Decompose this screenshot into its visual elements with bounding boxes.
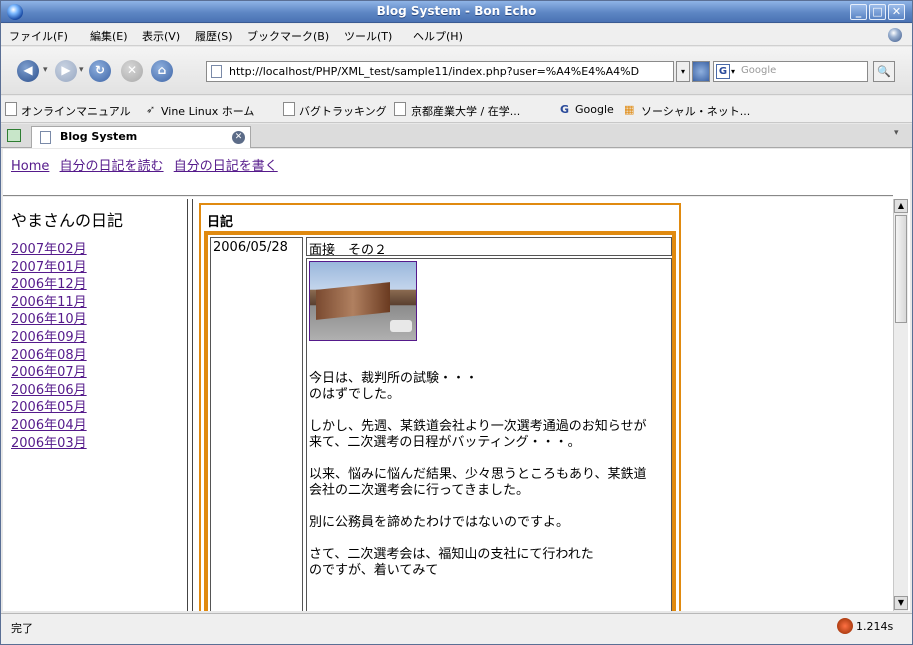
month-link[interactable]: 2006年08月 (11, 348, 87, 363)
month-link[interactable]: 2006年04月 (11, 418, 87, 433)
maximize-button[interactable]: □ (869, 4, 886, 20)
entry-body-text: 今日は、裁判所の試験・・・ のはずでした。 しかし、先週、某鉄道会社より一次選考… (309, 371, 647, 578)
month-link[interactable]: 2006年07月 (11, 365, 87, 380)
search-placeholder: Google (741, 65, 777, 76)
back-button[interactable]: ◀ (17, 60, 39, 82)
menu-view[interactable]: 表示(V) (142, 28, 180, 44)
month-link[interactable]: 2006年10月 (11, 312, 87, 327)
throbber-icon (888, 28, 902, 42)
menu-bar: ファイル(F) 編集(E) 表示(V) 履歴(S) ブックマーク(B) ツール(… (1, 24, 912, 46)
bookmark-page-icon (283, 102, 295, 116)
tab-strip: Blog System ✕ ▾ (1, 124, 912, 148)
menu-history[interactable]: 履歴(S) (195, 28, 233, 44)
diary-frame: 日記 2006/05/28 面接 その２ 今日は、裁判所の試験・・・ のはずでし… (193, 199, 893, 611)
scroll-thumb[interactable] (895, 215, 907, 323)
bookmark-page-icon (5, 102, 17, 116)
social-network-icon: ▦ (624, 103, 635, 116)
month-link[interactable]: 2006年12月 (11, 277, 87, 292)
go-button[interactable] (692, 61, 710, 82)
forward-button[interactable]: ▶ (55, 60, 77, 82)
minimize-button[interactable]: _ (850, 4, 867, 20)
month-link[interactable]: 2006年03月 (11, 436, 87, 451)
diary-heading: 日記 (207, 215, 234, 230)
search-button[interactable]: 🔍 (873, 61, 895, 82)
page-icon (40, 131, 51, 144)
diary-box: 日記 2006/05/28 面接 その２ 今日は、裁判所の試験・・・ のはずでし… (199, 203, 681, 611)
photo-building (316, 282, 390, 320)
forward-history-icon[interactable]: ▾ (79, 65, 84, 75)
tab-label: Blog System (60, 130, 138, 143)
reload-button[interactable]: ↻ (89, 60, 111, 82)
entry-title: 面接 その２ (309, 243, 388, 258)
url-history-dropdown[interactable]: ▾ (676, 61, 690, 82)
window-title: Blog System - Bon Echo (376, 4, 537, 18)
menu-edit[interactable]: 編集(E) (90, 28, 128, 44)
home-link[interactable]: Home (11, 159, 49, 174)
bookmark-kyoto-sangyo[interactable]: 京都産業大学 / 在学... (411, 103, 520, 119)
write-diary-link[interactable]: 自分の日記を書く (174, 159, 278, 174)
bookmark-vine-home[interactable]: Vine Linux ホーム (161, 103, 254, 119)
month-link[interactable]: 2006年05月 (11, 400, 87, 415)
page-content: Home 自分の日記を読む 自分の日記を書く やまさんの日記 2007年02月 … (3, 149, 910, 611)
entry-title-cell: 面接 その２ (306, 237, 672, 258)
top-nav: Home 自分の日記を読む 自分の日記を書く (11, 155, 284, 174)
navigation-toolbar: ◀ ▾ ▶ ▾ ↻ ✕ ⌂ http://localhost/PHP/XML_t… (1, 47, 912, 95)
bookmark-online-manual[interactable]: オンラインマニュアル (21, 103, 131, 119)
bookmark-social-network[interactable]: ソーシャル・ネット... (641, 103, 750, 119)
month-link[interactable]: 2006年11月 (11, 295, 87, 310)
month-link[interactable]: 2007年01月 (11, 260, 87, 275)
entry-photo[interactable] (309, 261, 417, 341)
scroll-down-arrow-icon[interactable]: ▼ (894, 596, 908, 610)
browser-window: Blog System - Bon Echo _ □ ✕ ファイル(F) 編集(… (0, 0, 913, 645)
tab-list-icon[interactable]: ▾ (894, 128, 899, 138)
menu-tools[interactable]: ツール(T) (344, 28, 392, 44)
search-box[interactable]: G ▾ Google (713, 61, 868, 82)
tab-blog-system[interactable]: Blog System ✕ (31, 126, 251, 148)
entry-table: 2006/05/28 面接 その２ 今日は、裁判所の試験・・・ のはずでした。 … (204, 231, 676, 611)
month-archive-list: 2007年02月 2007年01月 2006年12月 2006年11月 2006… (11, 241, 87, 452)
back-history-icon[interactable]: ▾ (43, 65, 48, 75)
status-text: 完了 (11, 622, 33, 635)
address-bar[interactable]: http://localhost/PHP/XML_test/sample11/i… (206, 61, 674, 82)
diary-owner-title: やまさんの日記 (11, 211, 124, 230)
vine-icon: ➶ (146, 103, 156, 116)
menu-file[interactable]: ファイル(F) (9, 28, 68, 44)
close-button[interactable]: ✕ (888, 4, 905, 20)
bookmarks-toolbar: オンラインマニュアル ➶ Vine Linux ホーム バグトラッキング 京都産… (1, 96, 912, 123)
extension-status-icon[interactable] (837, 618, 853, 634)
title-bar[interactable]: Blog System - Bon Echo _ □ ✕ (1, 1, 912, 23)
month-link[interactable]: 2006年09月 (11, 330, 87, 345)
photo-car (390, 320, 412, 332)
entry-date-cell: 2006/05/28 (210, 237, 303, 611)
load-time: 1.214s (856, 620, 894, 633)
menu-help[interactable]: ヘルプ(H) (413, 28, 463, 44)
read-diary-link[interactable]: 自分の日記を読む (60, 159, 164, 174)
vertical-scrollbar[interactable]: ▲ ▼ (893, 199, 908, 611)
url-text[interactable]: http://localhost/PHP/XML_test/sample11/i… (229, 65, 669, 78)
month-link[interactable]: 2006年06月 (11, 383, 87, 398)
bookmark-page-icon (394, 102, 406, 116)
entry-date: 2006/05/28 (213, 240, 288, 255)
status-bar: 完了 1.214s (1, 613, 912, 644)
month-link[interactable]: 2007年02月 (11, 242, 87, 257)
menu-bookmarks[interactable]: ブックマーク(B) (247, 28, 329, 44)
home-button[interactable]: ⌂ (151, 60, 173, 82)
new-tab-icon[interactable] (7, 129, 21, 142)
bookmark-google[interactable]: Google (575, 103, 614, 116)
search-engine-dropdown-icon[interactable]: ▾ (731, 67, 735, 76)
google-icon[interactable]: G (716, 64, 730, 79)
google-bookmark-icon: G (560, 103, 570, 116)
frame-top-border (3, 195, 893, 197)
scroll-up-arrow-icon[interactable]: ▲ (894, 199, 908, 213)
tab-close-icon[interactable]: ✕ (232, 131, 245, 144)
page-icon (211, 65, 222, 78)
stop-button[interactable]: ✕ (121, 60, 143, 82)
entry-body-cell: 今日は、裁判所の試験・・・ のはずでした。 しかし、先週、某鉄道会社より一次選考… (306, 258, 672, 611)
bookmark-bug-tracking[interactable]: バグトラッキング (299, 103, 387, 119)
archive-frame: やまさんの日記 2007年02月 2007年01月 2006年12月 2006年… (3, 199, 187, 611)
